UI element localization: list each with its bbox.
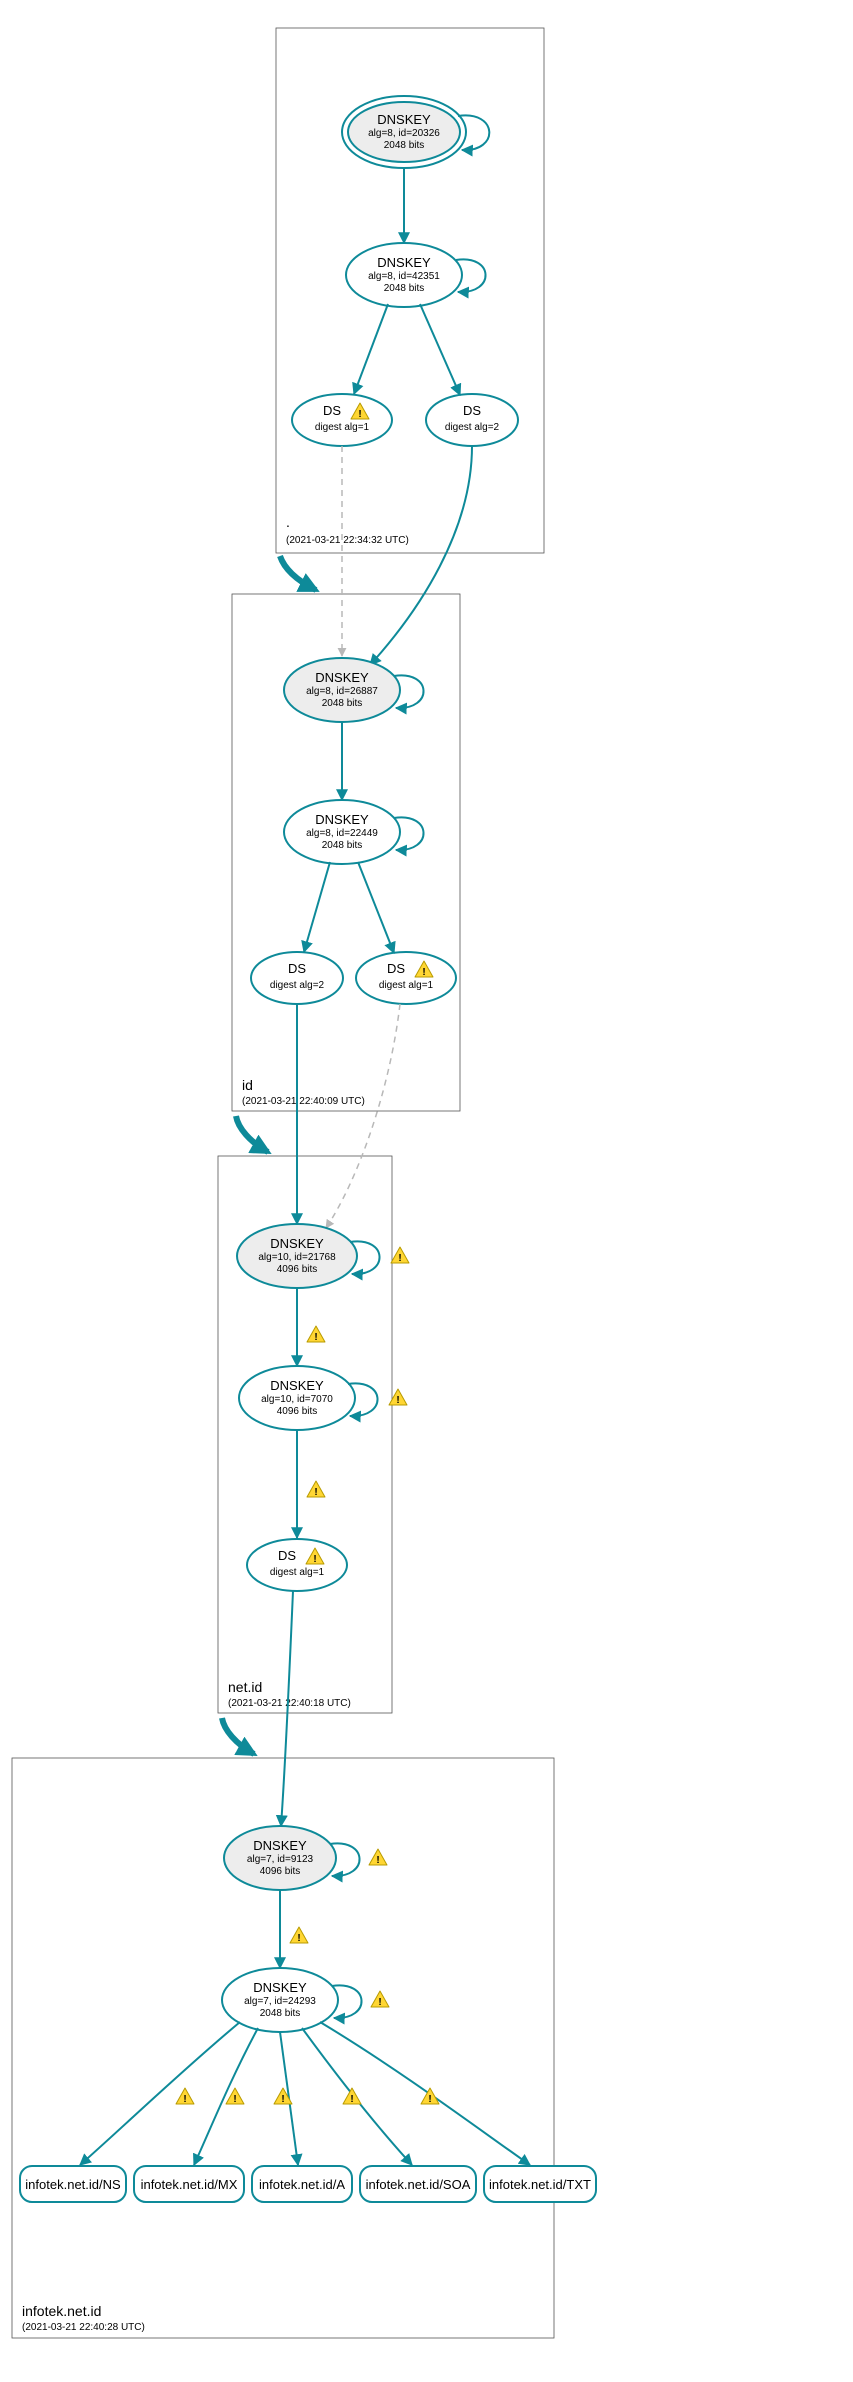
warning-icon (176, 2088, 194, 2105)
zone-netid-ts: (2021-03-21 22:40:18 UTC) (228, 1698, 351, 1709)
zone-id-label: id (242, 1077, 253, 1093)
svg-text:4096 bits: 4096 bits (260, 1866, 301, 1877)
svg-text:2048 bits: 2048 bits (260, 2008, 301, 2019)
zone-target-label: infotek.net.id (22, 2303, 101, 2319)
zone-netid: net.id (2021-03-21 22:40:18 UTC) DNSKEY … (218, 1004, 409, 1713)
svg-text:DS: DS (323, 403, 341, 418)
svg-text:digest alg=1: digest alg=1 (379, 980, 434, 991)
svg-text:DNSKEY: DNSKEY (377, 112, 431, 127)
node-root-ds1: DS digest alg=1 (292, 394, 392, 446)
node-root-zsk: DNSKEY alg=8, id=42351 2048 bits (346, 243, 486, 307)
svg-text:infotek.net.id/A: infotek.net.id/A (259, 2177, 345, 2192)
svg-text:DNSKEY: DNSKEY (253, 1838, 307, 1853)
rrset-soa: infotek.net.id/SOA (360, 2166, 476, 2202)
svg-text:DS: DS (288, 961, 306, 976)
svg-text:2048 bits: 2048 bits (322, 698, 363, 709)
svg-text:DS: DS (387, 961, 405, 976)
rrset-ns: infotek.net.id/NS (20, 2166, 126, 2202)
svg-text:digest alg=2: digest alg=2 (445, 422, 500, 433)
node-root-ksk: DNSKEY alg=8, id=20326 2048 bits (342, 96, 489, 168)
delegation-id-to-netid (236, 1116, 268, 1152)
dnssec-diagram: ! . (2021-03-21 22:34:32 UTC) DNSKEY alg… (0, 0, 853, 2382)
warning-icon (369, 1849, 387, 1866)
svg-text:digest alg=1: digest alg=1 (315, 422, 370, 433)
warning-icon (391, 1247, 409, 1264)
node-id-ksk: DNSKEY alg=8, id=26887 2048 bits (284, 658, 424, 722)
rrset-txt: infotek.net.id/TXT (484, 2166, 596, 2202)
svg-text:DNSKEY: DNSKEY (253, 1980, 307, 1995)
svg-text:2048 bits: 2048 bits (384, 140, 425, 151)
warning-icon (307, 1481, 325, 1498)
svg-text:4096 bits: 4096 bits (277, 1406, 318, 1417)
svg-text:alg=10, id=7070: alg=10, id=7070 (261, 1394, 333, 1405)
rrset-mx: infotek.net.id/MX (134, 2166, 244, 2202)
svg-text:alg=8, id=22449: alg=8, id=22449 (306, 828, 378, 839)
svg-text:infotek.net.id/SOA: infotek.net.id/SOA (366, 2177, 471, 2192)
node-netid-ksk: DNSKEY alg=10, id=21768 4096 bits (237, 1224, 409, 1288)
rrset-a: infotek.net.id/A (252, 2166, 352, 2202)
svg-text:infotek.net.id/NS: infotek.net.id/NS (25, 2177, 121, 2192)
node-root-ds2: DS digest alg=2 (426, 394, 518, 446)
zone-root-ts: (2021-03-21 22:34:32 UTC) (286, 535, 409, 546)
node-id-ds1: DS digest alg=1 (356, 952, 456, 1004)
warning-icon (343, 2088, 361, 2105)
node-target-ksk: DNSKEY alg=7, id=9123 4096 bits (224, 1826, 387, 1890)
zone-target-ts: (2021-03-21 22:40:28 UTC) (22, 2322, 145, 2333)
node-netid-zsk: DNSKEY alg=10, id=7070 4096 bits (239, 1366, 407, 1430)
node-id-zsk: DNSKEY alg=8, id=22449 2048 bits (284, 800, 424, 864)
svg-text:DNSKEY: DNSKEY (270, 1378, 324, 1393)
delegation-root-to-id (280, 556, 316, 590)
delegation-netid-to-target (222, 1718, 254, 1754)
zone-root-label: . (286, 514, 290, 530)
svg-text:alg=8, id=26887: alg=8, id=26887 (306, 686, 378, 697)
svg-text:digest alg=1: digest alg=1 (270, 1567, 325, 1578)
zone-id-ts: (2021-03-21 22:40:09 UTC) (242, 1096, 365, 1107)
warning-icon (371, 1991, 389, 2008)
warning-icon (226, 2088, 244, 2105)
svg-text:2048 bits: 2048 bits (384, 283, 425, 294)
node-netid-ds1: DS digest alg=1 (247, 1539, 347, 1591)
warning-icon (290, 1927, 308, 1944)
zone-netid-label: net.id (228, 1679, 262, 1695)
svg-text:DNSKEY: DNSKEY (270, 1236, 324, 1251)
svg-text:alg=10, id=21768: alg=10, id=21768 (258, 1252, 336, 1263)
svg-text:DS: DS (278, 1548, 296, 1563)
svg-text:alg=8, id=42351: alg=8, id=42351 (368, 271, 440, 282)
warning-icon (307, 1326, 325, 1343)
svg-text:DNSKEY: DNSKEY (315, 670, 369, 685)
svg-text:infotek.net.id/MX: infotek.net.id/MX (141, 2177, 238, 2192)
zone-root: . (2021-03-21 22:34:32 UTC) DNSKEY alg=8… (276, 28, 544, 553)
svg-text:4096 bits: 4096 bits (277, 1264, 318, 1275)
svg-text:alg=7, id=24293: alg=7, id=24293 (244, 1996, 316, 2007)
svg-text:DNSKEY: DNSKEY (315, 812, 369, 827)
svg-text:DNSKEY: DNSKEY (377, 255, 431, 270)
node-target-zsk: DNSKEY alg=7, id=24293 2048 bits (222, 1968, 389, 2032)
svg-text:DS: DS (463, 403, 481, 418)
svg-text:alg=8, id=20326: alg=8, id=20326 (368, 128, 440, 139)
svg-text:infotek.net.id/TXT: infotek.net.id/TXT (489, 2177, 591, 2192)
svg-text:digest alg=2: digest alg=2 (270, 980, 325, 991)
svg-text:alg=7, id=9123: alg=7, id=9123 (247, 1854, 314, 1865)
node-id-ds2: DS digest alg=2 (251, 952, 343, 1004)
svg-text:2048 bits: 2048 bits (322, 840, 363, 851)
